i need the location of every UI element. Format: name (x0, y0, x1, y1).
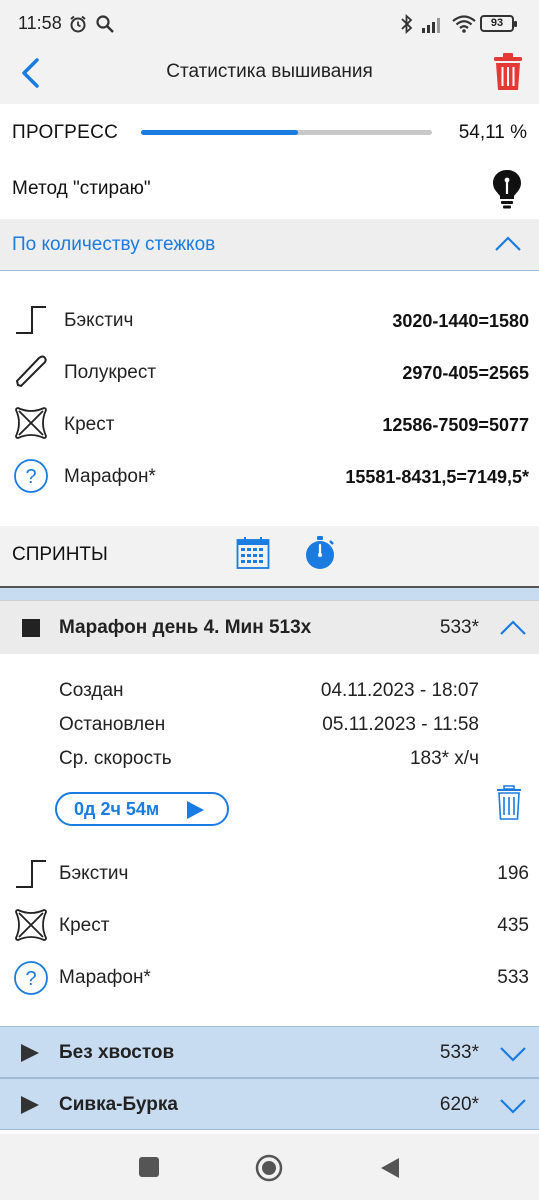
row-label: Крест (59, 915, 110, 936)
row-value: 3020-1440=1580 (392, 311, 529, 331)
row-value: 15581-8431,5=7149,5* (345, 467, 529, 487)
trash-icon[interactable] (496, 785, 522, 821)
progress-label: ПРОГРЕСС (12, 122, 119, 143)
system-navigation-bar (0, 1134, 539, 1200)
info-label: Ср. скорость (59, 748, 172, 769)
row-value: 2970-405=2565 (402, 363, 529, 383)
sprint-header-active[interactable]: Марафон день 4. Мин 513х 533* (0, 600, 539, 654)
row-value: 12586-7509=5077 (382, 415, 529, 435)
row-value: 533 (497, 967, 529, 988)
recents-button[interactable] (139, 1157, 159, 1177)
list-item: Крест 12586-7509=5077 (0, 400, 539, 448)
timer-button[interactable]: 0д 2ч 54м (55, 792, 229, 826)
delete-icon[interactable] (493, 53, 523, 91)
half-cross-icon (15, 355, 47, 388)
home-button[interactable] (255, 1154, 283, 1182)
row-label: Бэкстич (59, 863, 129, 884)
page-title: Статистика вышивания (166, 61, 373, 82)
chevron-up-icon[interactable] (494, 235, 522, 253)
battery-indicator: 93 (480, 15, 517, 32)
sprint-count: 533* (439, 617, 479, 638)
question-icon: ? (14, 961, 48, 995)
sprint-name: Марафон день 4. Мин 513х (59, 617, 312, 638)
question-icon: ? (14, 459, 48, 493)
sprints-header: СПРИНТЫ (0, 526, 539, 588)
progress-bar-fill (141, 130, 299, 135)
search-icon (96, 15, 114, 33)
cross-icon (15, 407, 47, 439)
row-label: Марафон* (59, 967, 151, 988)
row-value: 435 (497, 915, 529, 936)
sprint-count: 620* (439, 1094, 479, 1115)
play-icon (187, 801, 204, 819)
svg-text:?: ? (25, 466, 36, 488)
progress-value: 54,11 % (458, 122, 527, 143)
status-bar: 11:58 93 (0, 0, 539, 44)
status-time: 11:58 (18, 13, 62, 33)
list-item: ? Марафон* 15581-8431,5=7149,5* (0, 452, 539, 500)
chevron-down-icon[interactable] (499, 1097, 527, 1115)
play-icon[interactable] (20, 1095, 40, 1115)
list-item: Крест 435 (0, 902, 539, 950)
svg-text:?: ? (25, 968, 36, 990)
signal-icon (422, 18, 440, 33)
calendar-icon[interactable] (236, 536, 270, 570)
chevron-down-icon[interactable] (499, 1045, 527, 1063)
row-label: Полукрест (64, 362, 157, 383)
divider (0, 588, 539, 600)
list-item: Бэкстич 196 (0, 850, 539, 898)
stopwatch-icon[interactable] (302, 535, 338, 571)
list-item: ? Марафон* 533 (0, 954, 539, 1002)
app-header: Статистика вышивания (0, 44, 539, 104)
sprint-name: Без хвостов (59, 1042, 175, 1063)
chevron-up-icon[interactable] (499, 619, 527, 637)
back-nav-button[interactable] (379, 1156, 401, 1180)
sprint-name: Сивка-Бурка (59, 1094, 178, 1115)
row-label: Крест (64, 414, 115, 435)
stitch-count-section-header[interactable]: По количеству стежков (0, 219, 539, 271)
progress-bar (141, 130, 432, 135)
sprint-count: 533* (439, 1042, 479, 1063)
wifi-icon (452, 15, 476, 33)
backstitch-icon (16, 860, 46, 888)
method-label: Метод "стираю" (12, 178, 151, 199)
list-item: Бэкстич 3020-1440=1580 (0, 296, 539, 344)
row-value: 196 (497, 863, 529, 884)
sprint-item-collapsed[interactable]: Без хвостов 533* (0, 1026, 539, 1078)
backstitch-icon (16, 306, 46, 334)
row-label: Бэкстич (64, 310, 134, 331)
sprints-title: СПРИНТЫ (12, 544, 108, 565)
timer-value: 0д 2ч 54м (74, 799, 160, 819)
cross-icon (15, 909, 47, 941)
list-item: Полукрест 2970-405=2565 (0, 348, 539, 396)
row-label: Марафон* (64, 466, 156, 487)
sprint-item-collapsed[interactable]: Сивка-Бурка 620* (0, 1078, 539, 1130)
info-value: 183* х/ч (409, 748, 479, 769)
bluetooth-icon (401, 14, 413, 34)
info-label: Создан (59, 680, 124, 701)
section-title: По количеству стежков (12, 234, 216, 255)
stop-icon[interactable] (22, 619, 40, 637)
play-icon[interactable] (20, 1043, 40, 1063)
info-label: Остановлен (59, 714, 166, 735)
alarm-icon (70, 15, 86, 33)
lightbulb-icon[interactable] (491, 168, 523, 210)
info-value: 05.11.2023 - 11:58 (322, 714, 479, 735)
info-value: 04.11.2023 - 18:07 (320, 680, 479, 701)
